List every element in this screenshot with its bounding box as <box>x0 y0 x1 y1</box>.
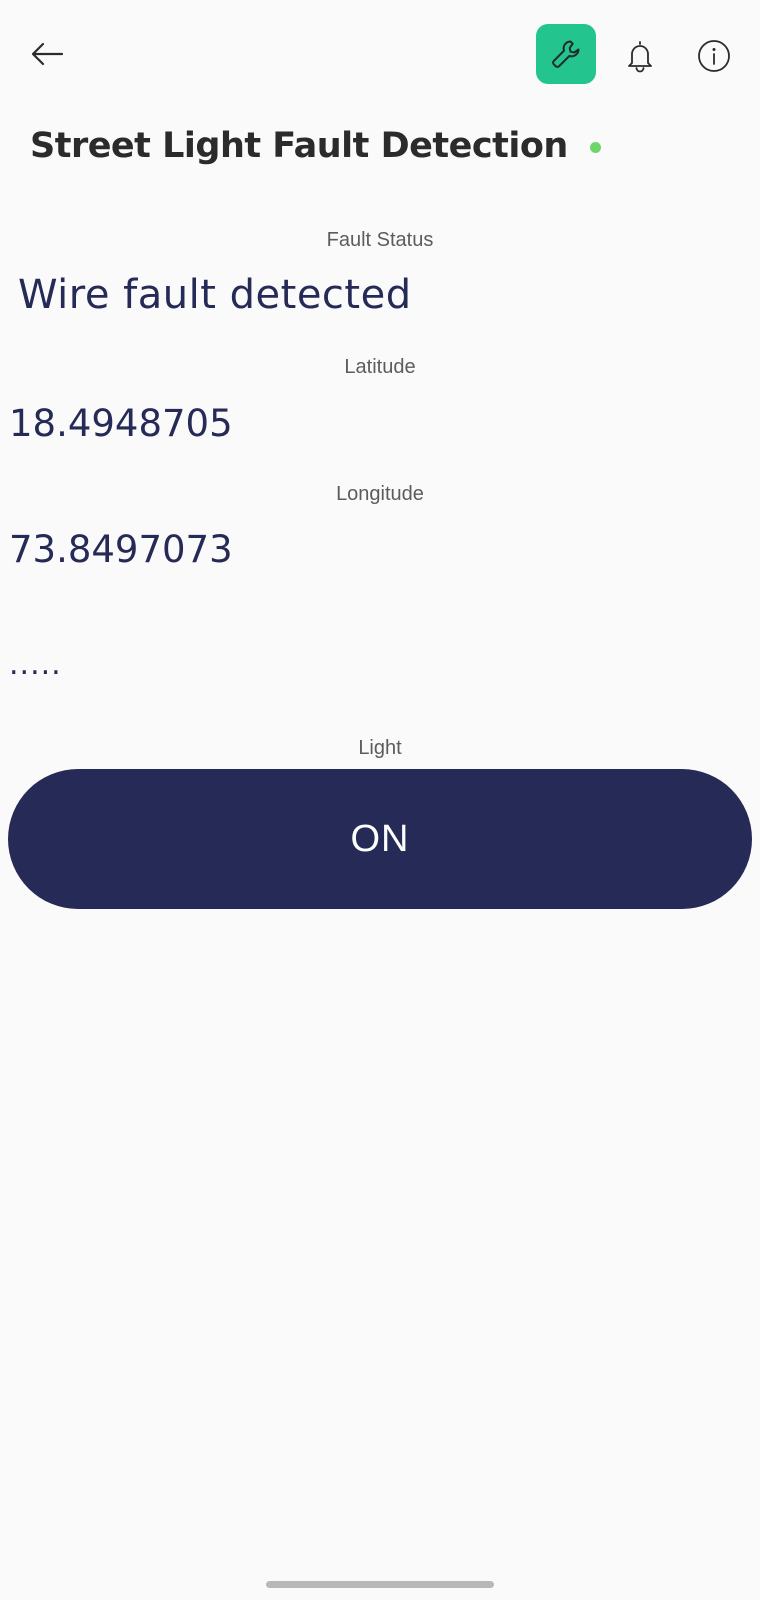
device-settings-button[interactable] <box>536 24 596 84</box>
latitude-value: 18.4948705 <box>9 402 233 445</box>
back-button[interactable] <box>22 32 72 76</box>
bell-icon <box>628 41 652 73</box>
info-button[interactable] <box>690 32 738 80</box>
title-row: Street Light Fault Detection <box>30 118 601 174</box>
fault-status-label: Fault Status <box>326 229 434 251</box>
light-toggle-label: ON <box>350 817 410 860</box>
top-bar <box>0 0 760 110</box>
home-indicator[interactable] <box>266 1581 494 1588</box>
app-screen: Street Light Fault Detection Fault Statu… <box>0 0 760 1600</box>
wrench-icon <box>552 40 580 68</box>
extra-value-display: ..... <box>9 647 62 682</box>
latitude-label: Latitude <box>344 356 416 378</box>
longitude-value: 73.8497073 <box>9 528 233 571</box>
light-label: Light <box>358 737 402 759</box>
fault-status-value: Wire fault detected <box>18 272 412 318</box>
arrow-left-icon <box>31 42 64 66</box>
online-status-dot <box>589 141 601 153</box>
info-icon <box>698 40 730 72</box>
page-title: Street Light Fault Detection <box>30 126 568 166</box>
notifications-button[interactable] <box>616 32 664 80</box>
light-toggle-button[interactable]: ON <box>8 769 752 909</box>
longitude-label: Longitude <box>336 483 424 505</box>
